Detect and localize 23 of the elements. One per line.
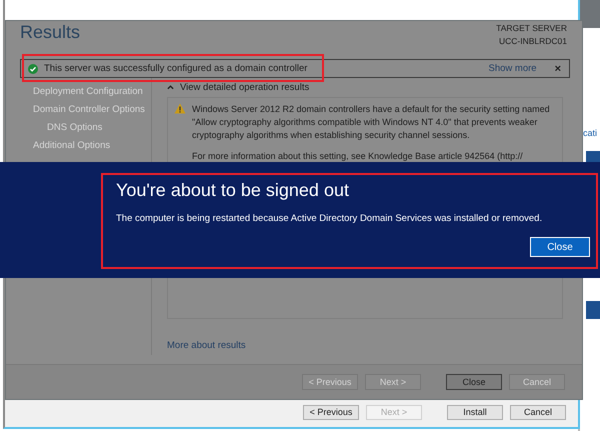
message-text: For more information about this setting, see Knowledge Base article 942564 (http:// [192,150,524,163]
target-server-name: UCC-INBLRDC01 [498,35,567,48]
close-button[interactable]: × [554,62,561,74]
notification-text: This server was successfully configured as a domain controller [44,63,308,74]
wizard-button[interactable]: Close [446,374,502,390]
caret-icon [167,84,174,90]
side-panel-text: cati [583,128,598,138]
selected-row-bar [586,151,600,163]
details-toggle[interactable]: View detailed operation results [167,80,310,94]
more-about-results-link[interactable]: More about results [167,340,246,351]
page-title: Results [20,22,80,44]
close-button[interactable]: Close [530,237,590,257]
warning-icon [174,103,186,114]
banner-title: You're about to be signed out [116,179,350,201]
wizard-button[interactable]: Cancel [510,404,566,420]
target-server-label: TARGET SERVER [496,22,567,35]
banner-message: The computer is being restarted because Active Directory Domain Services was installed or removed. [116,213,544,224]
show-more-link[interactable]: Show more [488,63,537,74]
wizard-button[interactable]: < Previous [303,404,359,420]
wizard-button[interactable]: Install [447,404,503,420]
success-check-icon [28,64,38,74]
selected-row-bar [586,301,600,319]
message-text: Windows Server 2012 R2 domain controllers have a default for the security setting named "Allow cryptography algorithms compatible with Windows NT 4.0" that prevents weaker cryptography algorithms when establishing security channel sessions. [192,103,551,142]
